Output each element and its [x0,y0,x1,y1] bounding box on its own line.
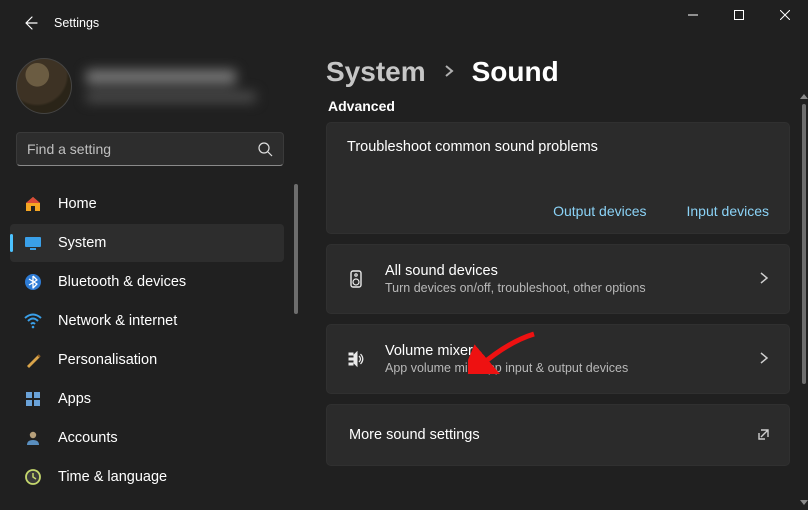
breadcrumb-parent[interactable]: System [326,56,426,88]
volume-mixer-icon [345,349,367,369]
volume-mixer-row[interactable]: Volume mixer App volume mix, app input &… [326,324,790,394]
troubleshoot-card: Troubleshoot common sound problems Outpu… [326,122,790,234]
row-title: Volume mixer [385,343,739,359]
row-subtitle: App volume mix, app input & output devic… [385,361,739,375]
search-box[interactable] [16,132,284,166]
troubleshoot-title: Troubleshoot common sound problems [347,139,769,155]
apps-icon [24,390,42,408]
search-icon [257,141,273,157]
brush-icon [24,351,42,369]
chevron-right-icon [757,271,771,288]
scroll-down-button[interactable] [800,498,808,506]
user-profile[interactable] [0,54,300,132]
input-devices-link[interactable]: Input devices [687,203,770,219]
chevron-right-icon [757,351,771,368]
speaker-icon [345,269,367,289]
row-title: All sound devices [385,263,739,279]
sidebar-item-apps[interactable]: Apps [10,380,284,418]
sidebar-scrollbar-thumb[interactable] [294,184,298,314]
system-icon [24,234,42,252]
all-sound-devices-row[interactable]: All sound devices Turn devices on/off, t… [326,244,790,314]
window-controls [670,0,808,30]
home-icon [24,195,42,213]
avatar [16,58,72,114]
section-title: Advanced [328,98,790,114]
window-title: Settings [54,16,99,30]
maximize-button[interactable] [716,0,762,30]
search-input[interactable] [27,141,257,157]
back-button[interactable] [16,9,44,37]
user-name-blurred [86,70,284,102]
sidebar-item-label: System [58,235,106,251]
sidebar-item-label: Accounts [58,430,118,446]
sidebar-item-time-language[interactable]: Time & language [10,458,284,496]
sidebar-item-accounts[interactable]: Accounts [10,419,284,457]
bluetooth-icon [24,273,42,291]
chevron-right-icon [442,64,456,81]
sidebar-item-bluetooth[interactable]: Bluetooth & devices [10,263,284,301]
sidebar: Home System Bluetooth & devices [0,46,300,510]
sidebar-item-label: Bluetooth & devices [58,274,186,290]
main-content: System Sound Advanced Troubleshoot commo… [300,46,808,510]
more-sound-settings-row[interactable]: More sound settings [326,404,790,466]
sidebar-item-personalisation[interactable]: Personalisation [10,341,284,379]
breadcrumb: System Sound [326,56,790,88]
output-devices-link[interactable]: Output devices [553,203,646,219]
wifi-icon [24,312,42,330]
person-icon [24,429,42,447]
sidebar-item-label: Apps [58,391,91,407]
clock-icon [24,468,42,486]
main-scrollbar-thumb[interactable] [802,104,806,384]
sidebar-item-label: Home [58,196,97,212]
sidebar-item-label: Personalisation [58,352,157,368]
arrow-left-icon [22,15,38,31]
titlebar: Settings [0,0,808,46]
sidebar-item-system[interactable]: System [10,224,284,262]
breadcrumb-current: Sound [472,56,559,88]
sidebar-item-label: Network & internet [58,313,177,329]
row-subtitle: Turn devices on/off, troubleshoot, other… [385,281,739,295]
close-button[interactable] [762,0,808,30]
minimize-button[interactable] [670,0,716,30]
row-title: More sound settings [349,427,739,443]
sidebar-item-home[interactable]: Home [10,185,284,223]
open-external-icon [757,427,771,444]
sidebar-item-label: Time & language [58,469,167,485]
sidebar-item-network[interactable]: Network & internet [10,302,284,340]
nav-list: Home System Bluetooth & devices [0,185,300,496]
scroll-up-button[interactable] [800,92,808,100]
